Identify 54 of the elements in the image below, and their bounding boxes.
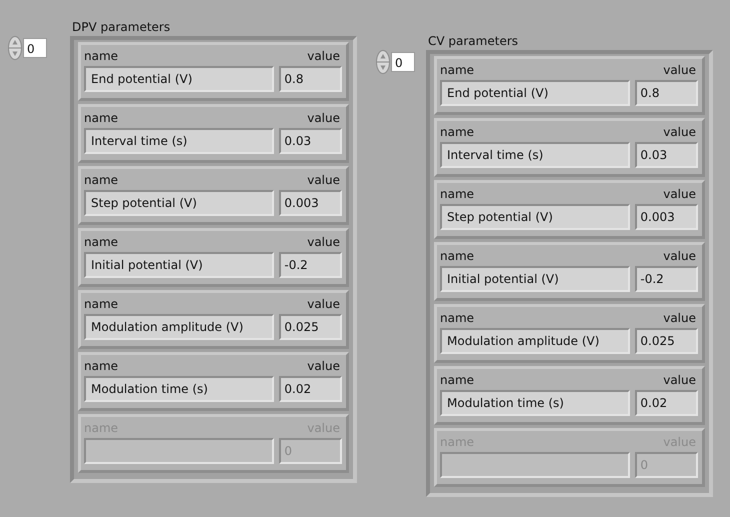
value-label: value <box>663 372 696 389</box>
index-field[interactable]: 0 <box>23 38 47 58</box>
array-label: DPV parameters <box>71 19 172 36</box>
spinner-arrows-icon[interactable] <box>8 36 22 60</box>
value-field[interactable]: 0.8 <box>635 80 698 106</box>
name-field[interactable]: Modulation amplitude (V) <box>440 328 630 354</box>
value-field[interactable]: 0.003 <box>279 190 342 216</box>
value-field[interactable]: -0.2 <box>635 266 698 292</box>
name-label: name <box>440 62 474 79</box>
name-label: name <box>440 186 474 203</box>
value-field[interactable]: 0.03 <box>635 142 698 168</box>
name-label: name <box>84 296 118 313</box>
name-label: name <box>84 358 118 375</box>
name-field[interactable]: Step potential (V) <box>440 204 630 230</box>
name-label: name <box>440 372 474 389</box>
name-label: name <box>440 310 474 327</box>
value-label: value <box>307 358 340 375</box>
value-label: value <box>663 124 696 141</box>
array-label: CV parameters <box>427 33 520 50</box>
name-field[interactable]: Step potential (V) <box>84 190 274 216</box>
name-label: name <box>440 248 474 265</box>
name-label: name <box>84 48 118 65</box>
value-field[interactable]: 0.003 <box>635 204 698 230</box>
name-field[interactable]: Modulation time (s) <box>84 376 274 402</box>
value-field[interactable]: 0.02 <box>279 376 342 402</box>
value-label: value <box>307 172 340 189</box>
name-field[interactable]: Interval time (s) <box>84 128 274 154</box>
value-label: value <box>307 110 340 127</box>
name-field[interactable]: Initial potential (V) <box>84 252 274 278</box>
value-field[interactable]: 0.02 <box>635 390 698 416</box>
value-label: value <box>663 186 696 203</box>
name-field[interactable]: Initial potential (V) <box>440 266 630 292</box>
name-label: name <box>440 124 474 141</box>
name-field[interactable]: Modulation time (s) <box>440 390 630 416</box>
value-field[interactable]: -0.2 <box>279 252 342 278</box>
name-field[interactable]: Interval time (s) <box>440 142 630 168</box>
value-field[interactable]: 0.025 <box>279 314 342 340</box>
value-label: value <box>307 48 340 65</box>
value-field[interactable]: 0.8 <box>279 66 342 92</box>
name-label: name <box>84 110 118 127</box>
name-field[interactable]: End potential (V) <box>84 66 274 92</box>
spinner-arrows-icon[interactable] <box>376 50 390 74</box>
name-field[interactable]: Modulation amplitude (V) <box>84 314 274 340</box>
index-field[interactable]: 0 <box>391 52 415 72</box>
value-field[interactable]: 0.025 <box>635 328 698 354</box>
value-label: value <box>663 248 696 265</box>
name-field[interactable]: End potential (V) <box>440 80 630 106</box>
value-label: value <box>663 310 696 327</box>
name-label: name <box>84 172 118 189</box>
value-label: value <box>307 296 340 313</box>
value-field[interactable]: 0.03 <box>279 128 342 154</box>
value-label: value <box>663 62 696 79</box>
name-label: name <box>84 234 118 251</box>
value-label: value <box>307 234 340 251</box>
